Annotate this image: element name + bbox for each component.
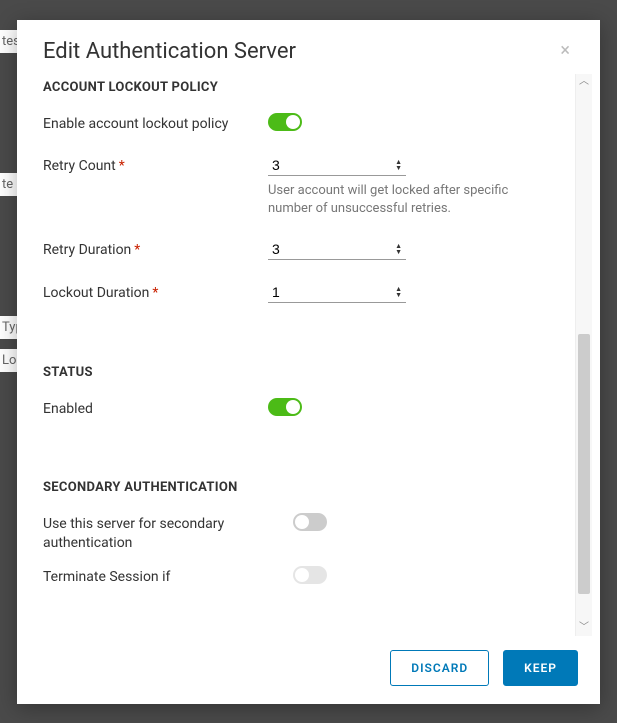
scroll-thumb[interactable] [578,334,590,594]
stepper-retry-duration[interactable]: ▲▼ [395,243,402,255]
label-enable-lockout: Enable account lockout policy [43,113,268,133]
modal-body-wrap: ACCOUNT LOCKOUT POLICY Enable account lo… [17,74,600,636]
toggle-enable-lockout[interactable] [268,113,302,131]
input-lockout-duration[interactable]: ▲▼ [268,282,406,303]
toggle-status-enabled[interactable] [268,398,302,416]
edit-auth-server-modal: Edit Authentication Server × ACCOUNT LOC… [17,20,600,704]
chevron-down-icon[interactable]: ▼ [395,292,402,298]
discard-button[interactable]: DISCARD [390,650,489,686]
modal-body[interactable]: ACCOUNT LOCKOUT POLICY Enable account lo… [43,74,575,636]
modal-header: Edit Authentication Server × [17,20,600,74]
section-heading-status: STATUS [43,365,571,380]
field-retry-count: Retry Count* ▲▼ User account will get lo… [43,155,571,217]
label-retry-count: Retry Count* [43,155,268,175]
keep-button[interactable]: KEEP [503,650,578,686]
chevron-down-icon[interactable]: ▼ [395,165,402,171]
label-lockout-duration: Lockout Duration* [43,282,268,302]
section-heading-lockout: ACCOUNT LOCKOUT POLICY [43,80,571,95]
app-backdrop: teste ITypLoc Edit Authentication Server… [0,0,617,723]
field-terminate-session: Terminate Session if [43,566,571,586]
lockout-duration-value[interactable] [272,284,372,300]
modal-title: Edit Authentication Server [43,39,296,64]
scroll-down-icon[interactable]: ﹀ [576,620,592,636]
chevron-down-icon[interactable]: ▼ [395,249,402,255]
toggle-secondary-use[interactable] [293,513,327,531]
field-enable-lockout: Enable account lockout policy [43,113,571,133]
retry-count-value[interactable] [272,157,372,173]
label-secondary-use: Use this server for secondary authentica… [43,513,293,551]
stepper-lockout-duration[interactable]: ▲▼ [395,286,402,298]
section-heading-secondary: SECONDARY AUTHENTICATION [43,480,571,495]
field-secondary-use: Use this server for secondary authentica… [43,513,571,551]
close-icon[interactable]: × [556,38,574,64]
label-status-enabled: Enabled [43,398,268,418]
scrollbar[interactable]: ︿ ﹀ [575,74,592,636]
stepper-retry-count[interactable]: ▲▼ [395,159,402,171]
required-marker: * [119,158,125,174]
required-marker: * [134,242,140,258]
scroll-up-icon[interactable]: ︿ [576,74,592,90]
field-retry-duration: Retry Duration* ▲▼ [43,239,571,260]
retry-duration-value[interactable] [272,241,372,257]
label-terminate-session: Terminate Session if [43,566,293,586]
field-status-enabled: Enabled [43,398,571,418]
toggle-terminate-session[interactable] [293,566,327,584]
modal-footer: DISCARD KEEP [17,636,600,704]
input-retry-count[interactable]: ▲▼ [268,155,406,176]
input-retry-duration[interactable]: ▲▼ [268,239,406,260]
label-retry-duration: Retry Duration* [43,239,268,259]
field-lockout-duration: Lockout Duration* ▲▼ [43,282,571,303]
required-marker: * [152,285,158,301]
help-retry-count: User account will get locked after speci… [268,182,518,217]
